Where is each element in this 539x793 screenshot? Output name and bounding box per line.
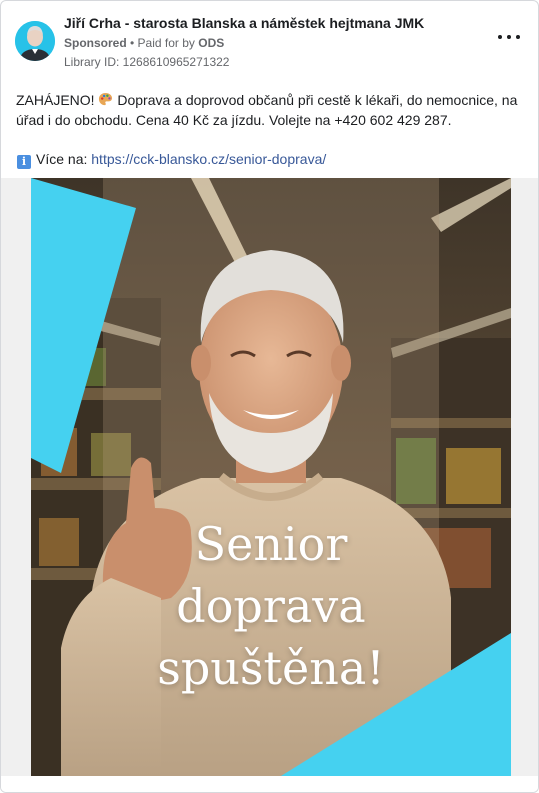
ad-headline-line-2: doprava — [176, 579, 366, 633]
more-label: Více na: — [36, 151, 92, 167]
ad-media-area[interactable]: Senior doprava spuštěna! — [1, 178, 538, 776]
page-name[interactable]: Jiří Crha - starosta Blanska a náměstek … — [64, 14, 424, 32]
post-header-text: Jiří Crha - starosta Blanska a náměstek … — [64, 13, 424, 70]
page-avatar[interactable] — [15, 21, 55, 61]
ad-headline-line-1: Senior — [194, 517, 348, 571]
senior-doprava-link[interactable]: https://cck-blansko.cz/senior-doprava/ — [91, 151, 326, 167]
ad-headline-line-3: spuštěna! — [157, 641, 385, 695]
more-options-icon[interactable] — [498, 30, 520, 44]
sponsored-label: Sponsored — [64, 36, 127, 50]
paid-for-by: ODS — [198, 36, 225, 50]
card-footer — [1, 776, 538, 792]
meta-separator: • — [126, 36, 138, 50]
body-text-start: ZAHÁJENO! — [16, 92, 99, 108]
palette-icon — [98, 92, 113, 107]
more-info-line: i Více na: https://cck-blansko.cz/senior-… — [17, 150, 326, 169]
sponsored-meta: Sponsored • Paid for by ODS — [64, 35, 424, 51]
ad-image[interactable]: Senior doprava spuštěna! — [31, 178, 511, 776]
library-id: Library ID: 1268610965271322 — [64, 55, 230, 69]
post-body-text: ZAHÁJENO! Doprava a doprovod občanů při … — [16, 90, 524, 130]
post-header: Jiří Crha - starosta Blanska a náměstek … — [13, 13, 526, 71]
paid-for-prefix: Paid for by — [137, 36, 199, 50]
info-icon: i — [17, 155, 31, 169]
sponsored-post-card: Jiří Crha - starosta Blanska a náměstek … — [0, 0, 539, 793]
